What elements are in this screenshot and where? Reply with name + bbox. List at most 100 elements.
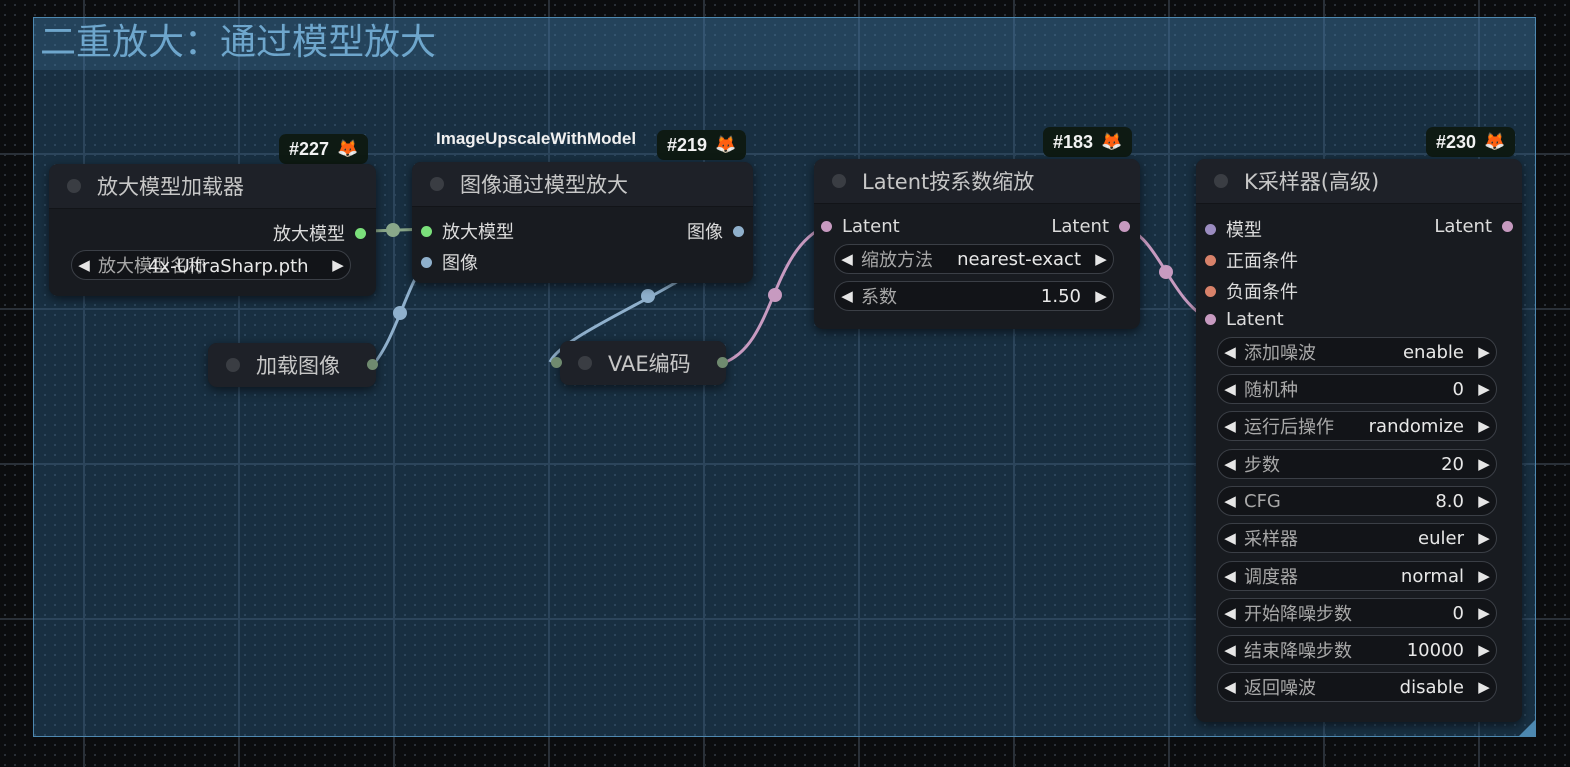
- arrow-right-icon[interactable]: ▶: [1472, 343, 1496, 361]
- arrow-right-icon[interactable]: ▶: [1472, 417, 1496, 435]
- widget-value: normal: [1400, 565, 1464, 587]
- arrow-left-icon[interactable]: ◀: [1218, 343, 1242, 361]
- collapse-dot-icon[interactable]: [430, 177, 444, 191]
- node-image-upscale-with-model[interactable]: 图像通过模型放大 放大模型 图像 图像: [412, 162, 753, 283]
- node-title-bar[interactable]: 加载图像: [208, 343, 376, 387]
- widget-cfg[interactable]: ◀ CFG 8.0 ▶: [1217, 486, 1497, 516]
- widget-sampler[interactable]: ◀ 采样器 euler ▶: [1217, 523, 1497, 553]
- node-title: K采样器(高级): [1244, 170, 1380, 194]
- widget-label: 步数: [1244, 455, 1280, 476]
- slot-dot-icon[interactable]: [821, 221, 832, 232]
- arrow-left-icon[interactable]: ◀: [1218, 678, 1242, 696]
- slot-dot-icon[interactable]: [733, 225, 744, 237]
- node-id: #183: [1053, 131, 1094, 152]
- arrow-left-icon[interactable]: ◀: [1218, 417, 1242, 435]
- slot-label: 图像: [442, 253, 478, 274]
- arrow-right-icon[interactable]: ▶: [1472, 567, 1496, 585]
- node-title-bar[interactable]: Latent按系数缩放: [814, 159, 1140, 204]
- collapse-dot-icon[interactable]: [226, 358, 240, 372]
- widget-value: 1.50: [1040, 285, 1081, 307]
- slot-label: 放大模型: [442, 222, 514, 243]
- slot-label: Latent: [1226, 309, 1284, 330]
- widget-add-noise[interactable]: ◀ 添加噪波 enable ▶: [1217, 337, 1497, 367]
- input-slot-latent[interactable]: Latent: [1205, 309, 1284, 330]
- node-title-bar[interactable]: K采样器(高级): [1196, 159, 1522, 204]
- slot-dot-icon[interactable]: [1205, 254, 1216, 266]
- node-title-bar[interactable]: VAE编码: [560, 341, 726, 385]
- slot-label: 图像: [687, 222, 723, 243]
- output-slot-latent[interactable]: Latent: [1051, 216, 1130, 237]
- arrow-left-icon[interactable]: ◀: [1218, 380, 1242, 398]
- slot-dot-icon[interactable]: [1205, 285, 1216, 297]
- node-vae-encode[interactable]: VAE编码: [551, 341, 728, 385]
- output-slot-upscale-model[interactable]: 放大模型: [273, 220, 366, 246]
- slot-dot-icon[interactable]: [421, 225, 432, 237]
- widget-scale-by[interactable]: ◀ 系数 1.50 ▶: [834, 281, 1114, 311]
- slot-dot-icon[interactable]: [421, 256, 432, 268]
- collapse-dot-icon[interactable]: [67, 179, 81, 193]
- node-upscale-model-loader[interactable]: 放大模型加载器 放大模型 ◀ 放大模型名称 4x-UltraSharp.pth …: [49, 164, 376, 296]
- input-slot-upscale-model[interactable]: 放大模型: [421, 218, 514, 244]
- arrow-left-icon[interactable]: ◀: [1218, 604, 1242, 622]
- node-ksampler-advanced[interactable]: K采样器(高级) 模型 正面条件 负面条件 Latent Latent ◀ 添加…: [1196, 159, 1522, 722]
- collapse-dot-icon[interactable]: [1214, 174, 1228, 188]
- slot-dot-icon[interactable]: [717, 357, 728, 368]
- slot-dot-icon[interactable]: [367, 359, 378, 370]
- slot-dot-icon[interactable]: [1502, 221, 1513, 232]
- arrow-right-icon[interactable]: ▶: [1472, 455, 1496, 473]
- arrow-right-icon[interactable]: ▶: [1472, 641, 1496, 659]
- arrow-right-icon[interactable]: ▶: [1089, 287, 1113, 305]
- group-resize-handle[interactable]: [1519, 720, 1535, 736]
- input-slot-positive[interactable]: 正面条件: [1205, 247, 1298, 273]
- arrow-right-icon[interactable]: ▶: [1472, 380, 1496, 398]
- widget-steps[interactable]: ◀ 步数 20 ▶: [1217, 449, 1497, 479]
- widget-return-noise[interactable]: ◀ 返回噪波 disable ▶: [1217, 672, 1497, 702]
- input-slot-latent[interactable]: Latent: [821, 216, 900, 237]
- slot-dot-icon[interactable]: [355, 227, 366, 239]
- widget-upscale-method[interactable]: ◀ 缩放方法 nearest-exact ▶: [834, 244, 1114, 274]
- widget-seed[interactable]: ◀ 随机种 0 ▶: [1217, 374, 1497, 404]
- node-load-image[interactable]: 加载图像: [208, 343, 378, 387]
- slot-dot-icon[interactable]: [1119, 221, 1130, 232]
- widget-value: 0: [1452, 602, 1464, 624]
- fox-icon: 🦊: [1101, 132, 1123, 151]
- output-slot-image[interactable]: 图像: [687, 218, 744, 244]
- widget-value: euler: [1418, 527, 1464, 549]
- output-slot-latent[interactable]: Latent: [1434, 216, 1513, 237]
- slot-dot-icon[interactable]: [551, 357, 562, 368]
- collapse-dot-icon[interactable]: [832, 174, 846, 188]
- node-latent-scale-by[interactable]: Latent按系数缩放 Latent Latent ◀ 缩放方法 nearest…: [814, 159, 1140, 329]
- arrow-right-icon[interactable]: ▶: [326, 256, 350, 274]
- arrow-right-icon[interactable]: ▶: [1089, 250, 1113, 268]
- arrow-right-icon[interactable]: ▶: [1472, 492, 1496, 510]
- arrow-left-icon[interactable]: ◀: [72, 256, 96, 274]
- widget-label: CFG: [1244, 490, 1281, 512]
- arrow-left-icon[interactable]: ◀: [1218, 455, 1242, 473]
- input-slot-image[interactable]: 图像: [421, 249, 478, 275]
- slot-dot-icon[interactable]: [1205, 314, 1216, 325]
- arrow-left-icon[interactable]: ◀: [1218, 529, 1242, 547]
- widget-start-step[interactable]: ◀ 开始降噪步数 0 ▶: [1217, 598, 1497, 628]
- node-title: 放大模型加载器: [97, 175, 244, 199]
- widget-end-step[interactable]: ◀ 结束降噪步数 10000 ▶: [1217, 635, 1497, 665]
- arrow-left-icon[interactable]: ◀: [1218, 641, 1242, 659]
- node-title-bar[interactable]: 图像通过模型放大: [412, 162, 753, 207]
- arrow-right-icon[interactable]: ▶: [1472, 604, 1496, 622]
- arrow-right-icon[interactable]: ▶: [1472, 529, 1496, 547]
- arrow-right-icon[interactable]: ▶: [1472, 678, 1496, 696]
- widget-model-name[interactable]: ◀ 放大模型名称 4x-UltraSharp.pth ▶: [71, 250, 351, 280]
- input-slot-model[interactable]: 模型: [1205, 216, 1262, 242]
- widget-control-after-generate[interactable]: ◀ 运行后操作 randomize ▶: [1217, 411, 1497, 441]
- input-slot-negative[interactable]: 负面条件: [1205, 278, 1298, 304]
- widget-value: 8.0: [1435, 490, 1464, 512]
- widget-value: 20: [1441, 453, 1464, 475]
- slot-dot-icon[interactable]: [1205, 223, 1216, 235]
- arrow-left-icon[interactable]: ◀: [835, 250, 859, 268]
- arrow-left-icon[interactable]: ◀: [1218, 567, 1242, 585]
- arrow-left-icon[interactable]: ◀: [1218, 492, 1242, 510]
- arrow-left-icon[interactable]: ◀: [835, 287, 859, 305]
- widget-scheduler[interactable]: ◀ 调度器 normal ▶: [1217, 561, 1497, 591]
- node-title-bar[interactable]: 放大模型加载器: [49, 164, 376, 209]
- collapse-dot-icon[interactable]: [578, 356, 592, 370]
- slot-label: 正面条件: [1226, 251, 1298, 272]
